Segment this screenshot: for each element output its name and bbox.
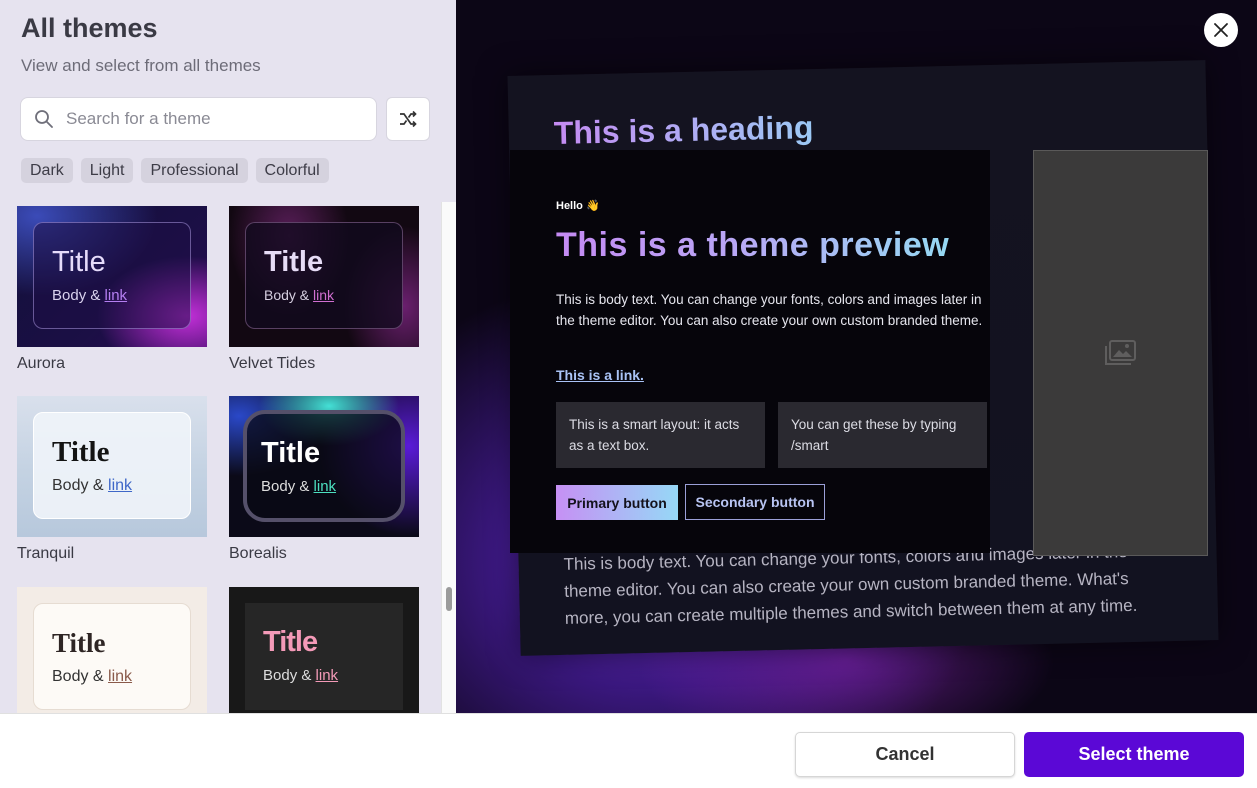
filter-chip-colorful[interactable]: Colorful	[255, 158, 329, 183]
theme-name: Velvet Tides	[229, 355, 316, 372]
theme-body-sample: Body & link	[52, 287, 128, 304]
image-placeholder-icon	[1104, 340, 1136, 365]
preview-image-placeholder	[1033, 150, 1208, 556]
preview-back-heading: This is a heading	[553, 109, 814, 151]
search-box[interactable]	[20, 97, 377, 141]
filter-chip-professional[interactable]: Professional	[141, 158, 248, 183]
theme-body-sample: Body & link	[264, 287, 335, 303]
search-icon	[35, 110, 53, 128]
smart-layout-box-1: This is a smart layout: it acts as a tex…	[556, 402, 765, 468]
panel-title: All themes	[21, 13, 158, 43]
theme-name: Tranquil	[17, 545, 75, 562]
theme-title-sample: Title	[261, 437, 321, 469]
theme-thumbnail-card: Title Body & link	[243, 410, 405, 522]
preview-front-card: Hello 👋 This is a theme preview This is …	[510, 150, 990, 553]
theme-card-aurora[interactable]: Title Body & link Aurora	[17, 206, 207, 373]
filter-chips: Dark Light Professional Colorful	[21, 158, 329, 183]
preview-secondary-button: Secondary button	[685, 484, 825, 520]
select-theme-button[interactable]: Select theme	[1024, 732, 1244, 777]
panel-subtitle: View and select from all themes	[21, 56, 261, 75]
theme-title-sample: Title	[263, 626, 318, 658]
smart-layout-box-2: You can get these by typing /smart	[778, 402, 987, 468]
theme-thumbnail: Title Body & link	[229, 396, 419, 537]
theme-thumbnail: Title Body & link	[229, 587, 419, 713]
theme-thumbnail: Title Body & link	[17, 396, 207, 537]
theme-name: Borealis	[229, 545, 287, 562]
theme-thumbnail-card: Title Body & link	[245, 603, 403, 710]
shuffle-icon	[400, 110, 417, 128]
close-button[interactable]	[1204, 13, 1238, 47]
preview-link: This is a link.	[556, 367, 644, 383]
theme-title-sample: Title	[52, 628, 106, 658]
theme-thumbnail: Title Body & link	[17, 587, 207, 713]
theme-thumbnail: Title Body & link	[17, 206, 207, 347]
theme-thumbnail-card: Title Body & link	[33, 603, 191, 710]
scrollbar-thumb[interactable]	[446, 587, 452, 611]
theme-thumbnail-card: Title Body & link	[33, 222, 191, 329]
theme-title-sample: Title	[52, 436, 110, 468]
theme-preview-panel: This is a heading This is body text. You…	[456, 0, 1257, 713]
theme-body-sample: Body & link	[52, 668, 133, 685]
theme-thumbnail: Title Body & link	[229, 206, 419, 347]
preview-body-text: This is body text. You can change your f…	[556, 292, 983, 328]
preview-primary-button: Primary button	[556, 485, 678, 520]
search-input[interactable]	[66, 109, 356, 129]
theme-thumbnail-card: Title Body & link	[33, 412, 191, 519]
filter-chip-light[interactable]: Light	[80, 158, 134, 183]
modal-footer: Cancel Select theme	[0, 713, 1257, 788]
theme-name: Aurora	[17, 355, 66, 372]
theme-card-tranquil[interactable]: Title Body & link Tranquil	[17, 396, 207, 563]
theme-title-sample: Title	[264, 246, 324, 278]
theme-grid: Title Body & link Aurora Title Body & li…	[17, 206, 427, 713]
theme-list-scrollbar[interactable]	[441, 202, 456, 713]
close-icon	[1214, 23, 1228, 37]
preview-heading: This is a theme preview	[556, 226, 950, 264]
theme-card-velvet-tides[interactable]: Title Body & link Velvet Tides	[229, 206, 419, 373]
theme-list-panel: All themes View and select from all them…	[0, 0, 456, 713]
theme-title-sample: Title	[52, 246, 106, 278]
theme-body-sample: Body & link	[52, 477, 133, 494]
theme-card[interactable]: Title Body & link	[17, 587, 207, 713]
theme-thumbnail-card: Title Body & link	[245, 222, 403, 329]
cancel-button[interactable]: Cancel	[795, 732, 1015, 777]
preview-hello: Hello 👋	[556, 200, 600, 212]
shuffle-button[interactable]	[386, 97, 430, 141]
theme-card[interactable]: Title Body & link	[229, 587, 419, 713]
filter-chip-dark[interactable]: Dark	[21, 158, 73, 183]
theme-body-sample: Body & link	[263, 667, 339, 684]
theme-card-borealis[interactable]: Title Body & link Borealis	[229, 396, 419, 563]
theme-body-sample: Body & link	[261, 478, 337, 495]
